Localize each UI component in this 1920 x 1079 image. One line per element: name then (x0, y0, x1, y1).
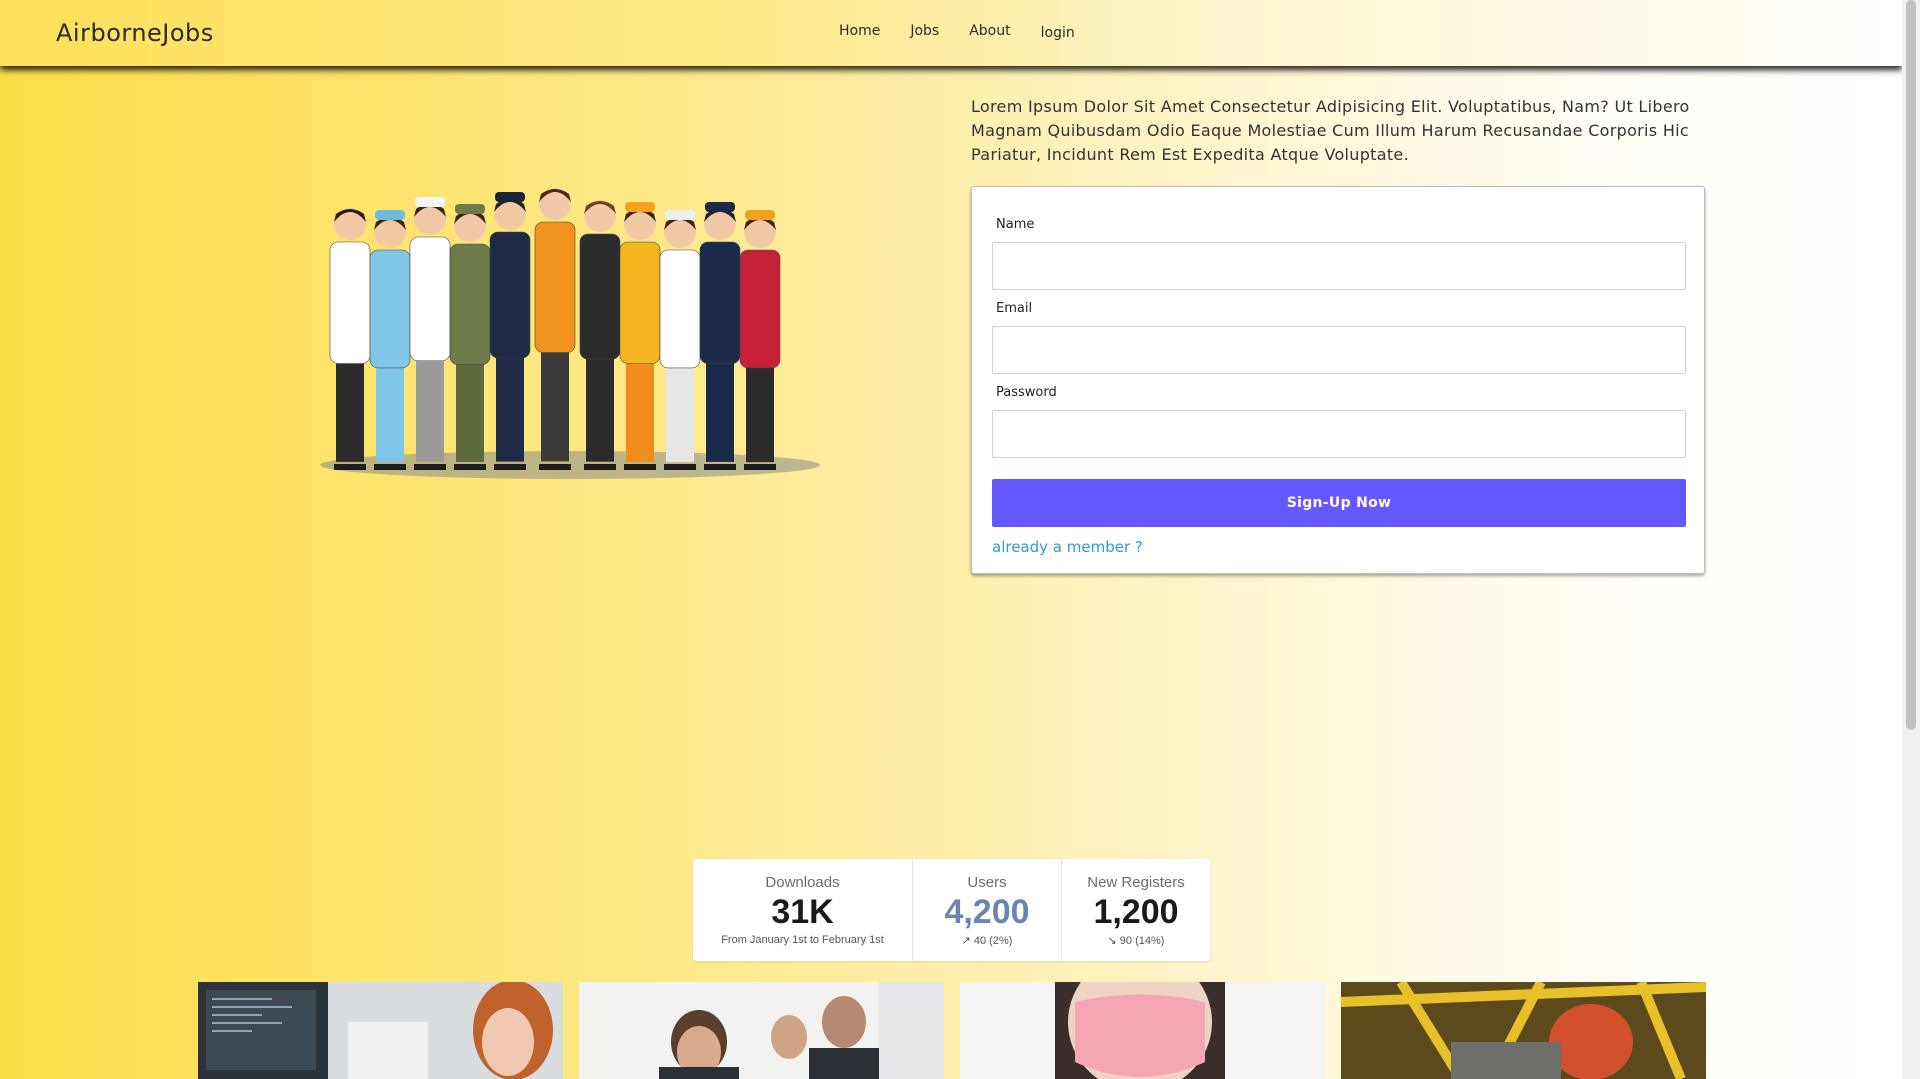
email-label: Email (996, 301, 1033, 316)
stat-value: 1,200 (1093, 893, 1179, 931)
stat-new-registers: New Registers 1,200 ↘︎ 90 (14%) (1061, 859, 1210, 961)
brand-logo[interactable]: AirborneJobs (56, 19, 214, 47)
worker-figure (579, 200, 621, 470)
nav-link-about[interactable]: About (969, 23, 1010, 41)
office-worker-photo[interactable] (198, 982, 563, 1079)
hero-intro-text: Lorem Ipsum Dolor Sit Amet Consectetur A… (971, 97, 1690, 164)
stat-downloads: Downloads 31K From January 1st to Februa… (693, 859, 912, 961)
worker-figure (534, 188, 576, 470)
photo-gallery (198, 982, 1722, 1079)
worker-figure (699, 202, 741, 470)
password-label: Password (996, 385, 1057, 400)
stat-desc: ↗︎ 40 (2%) (961, 935, 1013, 947)
email-input[interactable] (992, 326, 1686, 374)
workers-illustration (315, 165, 825, 495)
nav-links: Home Jobs About login (839, 23, 1105, 41)
stat-title: New Registers (1087, 874, 1185, 891)
stats-panel: Downloads 31K From January 1st to Februa… (693, 859, 1210, 961)
stat-users: Users 4,200 ↗︎ 40 (2%) (912, 859, 1061, 961)
password-input[interactable] (992, 410, 1686, 458)
worker-figure (489, 192, 531, 470)
stat-title: Downloads (765, 874, 840, 891)
already-member-link[interactable]: already a member ? (992, 538, 1143, 556)
nav-link-jobs[interactable]: Jobs (910, 23, 939, 41)
worker-figure (369, 210, 411, 470)
stat-title: Users (967, 874, 1007, 891)
medical-mask-photo[interactable] (960, 982, 1325, 1079)
stat-value: 4,200 (944, 893, 1030, 931)
signup-button[interactable]: Sign-Up Now (992, 479, 1686, 527)
business-meeting-photo[interactable] (579, 982, 944, 1079)
nav-link-login[interactable]: login (1041, 25, 1075, 41)
stat-desc: From January 1st to February 1st (721, 934, 884, 946)
name-input[interactable] (992, 242, 1686, 290)
signup-form-card: Name Email Password Sign-Up Now already … (971, 186, 1705, 574)
worker-figure (619, 202, 661, 470)
nav-link-home[interactable]: Home (839, 23, 880, 41)
stat-value: 31K (771, 893, 834, 931)
construction-worker-photo[interactable] (1341, 982, 1706, 1079)
worker-figure (659, 210, 701, 470)
worker-figure (739, 210, 781, 470)
worker-figure (449, 204, 491, 470)
name-label: Name (996, 217, 1035, 232)
stat-desc: ↘︎ 90 (14%) (1107, 935, 1165, 947)
worker-figure (409, 197, 451, 470)
scrollbar-thumb[interactable] (1906, 0, 1916, 730)
top-navbar: AirborneJobs Home Jobs About login (0, 0, 1902, 66)
vertical-scrollbar[interactable] (1902, 0, 1920, 1079)
worker-figure (329, 208, 371, 470)
